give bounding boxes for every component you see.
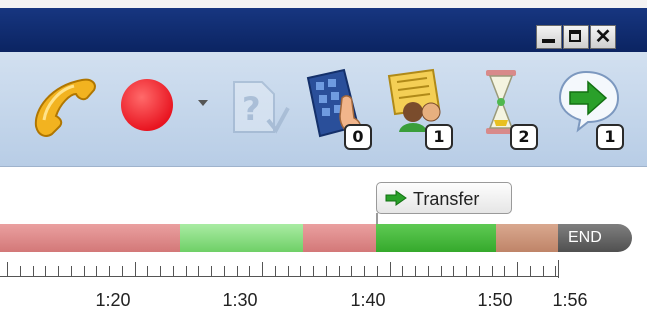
keypad-button[interactable]: 0	[302, 68, 380, 152]
ruler-tick	[441, 266, 442, 276]
timeline-segment-talk-1[interactable]	[0, 224, 180, 252]
ruler-tick	[7, 262, 8, 276]
ruler-tick	[288, 266, 289, 276]
ruler-tick	[211, 266, 212, 276]
ruler-tick	[377, 266, 378, 276]
ruler-tick	[313, 266, 314, 276]
record-dropdown-button[interactable]	[195, 96, 211, 110]
ruler-tick	[517, 262, 518, 276]
ruler-tick	[504, 266, 505, 276]
ruler-tick	[249, 266, 250, 276]
top-strip	[0, 0, 647, 8]
help-document-button[interactable]: ?	[228, 74, 292, 144]
ruler-tick	[262, 262, 263, 276]
keypad-badge: 0	[344, 124, 372, 150]
title-bar: ✕	[0, 8, 647, 52]
timeline-segment-wrap-up[interactable]	[496, 224, 558, 252]
green-arrow-icon	[385, 190, 407, 206]
contacts-button[interactable]: 1	[385, 68, 467, 152]
ruler-tick	[224, 266, 225, 276]
timeline-end-cap: END	[558, 224, 632, 252]
ruler-tick	[122, 266, 123, 276]
minimize-button[interactable]	[536, 25, 562, 49]
ruler-tick	[390, 262, 391, 276]
ruler-tick	[530, 266, 531, 276]
hold-button[interactable]: 2	[478, 66, 552, 152]
tick-label-1-20: 1:20	[95, 290, 131, 310]
ruler-tick	[543, 266, 544, 276]
hold-badge: 2	[510, 124, 538, 150]
ruler-tick	[364, 266, 365, 276]
ruler-tick	[351, 266, 352, 276]
timeline-segment-transfer[interactable]	[376, 224, 496, 252]
chevron-down-icon	[198, 100, 208, 106]
ruler-tick	[555, 266, 556, 276]
ruler-tick	[186, 266, 187, 276]
document-question-icon: ?	[233, 81, 290, 134]
ruler-tick	[339, 266, 340, 276]
contacts-badge: 1	[425, 124, 453, 150]
transfer-badge: 1	[596, 124, 624, 150]
ruler-tick	[71, 266, 72, 276]
ruler-tick	[58, 266, 59, 276]
ruler-tick	[466, 266, 467, 276]
ruler-tick	[428, 266, 429, 276]
maximize-icon	[569, 30, 581, 42]
ruler-tick-end	[558, 260, 559, 278]
ruler-tick	[20, 266, 21, 276]
ruler-tick	[402, 266, 403, 276]
ruler-tick	[84, 266, 85, 276]
maximize-button[interactable]	[563, 25, 589, 49]
transfer-button[interactable]: 1	[556, 68, 636, 152]
ruler-tick	[135, 262, 136, 276]
ruler-tick	[415, 266, 416, 276]
ruler-tick	[453, 266, 454, 276]
tick-label-1-30: 1:30	[222, 290, 258, 310]
ruler-tick	[237, 266, 238, 276]
svg-text:?: ?	[242, 90, 261, 128]
ruler-tick	[33, 266, 34, 276]
time-ruler: 1:20 1:30 1:40 1:50 1:56	[0, 258, 647, 328]
tick-label-1-40: 1:40	[350, 290, 386, 310]
ruler-tick	[160, 266, 161, 276]
toolbar: ? 0 1 2 1	[0, 52, 647, 167]
ruler-tick	[96, 266, 97, 276]
ruler-tick	[198, 266, 199, 276]
ruler-tick	[147, 266, 148, 276]
ruler-tick	[300, 266, 301, 276]
ruler-tick	[479, 266, 480, 276]
ruler-tick	[173, 266, 174, 276]
ruler-baseline	[0, 276, 558, 277]
close-icon: ✕	[594, 26, 612, 48]
ruler-tick	[45, 266, 46, 276]
ruler-tick	[109, 266, 110, 276]
timeline-segment-hold[interactable]	[180, 224, 303, 252]
tick-label-1-50: 1:50	[477, 290, 513, 310]
transfer-event-label: Transfer	[413, 189, 480, 209]
ruler-tick	[326, 266, 327, 276]
phone-handset-icon	[34, 78, 96, 137]
minimize-icon	[542, 39, 555, 43]
ruler-tick	[492, 266, 493, 276]
ruler-tick	[275, 266, 276, 276]
timeline-segment-talk-2[interactable]	[303, 224, 376, 252]
record-icon	[121, 79, 173, 131]
close-button[interactable]: ✕	[590, 25, 616, 49]
record-button[interactable]	[118, 76, 176, 134]
tick-label-1-56: 1:56	[552, 290, 588, 310]
phone-button[interactable]	[30, 70, 100, 148]
transfer-event-marker[interactable]: Transfer	[376, 182, 512, 225]
